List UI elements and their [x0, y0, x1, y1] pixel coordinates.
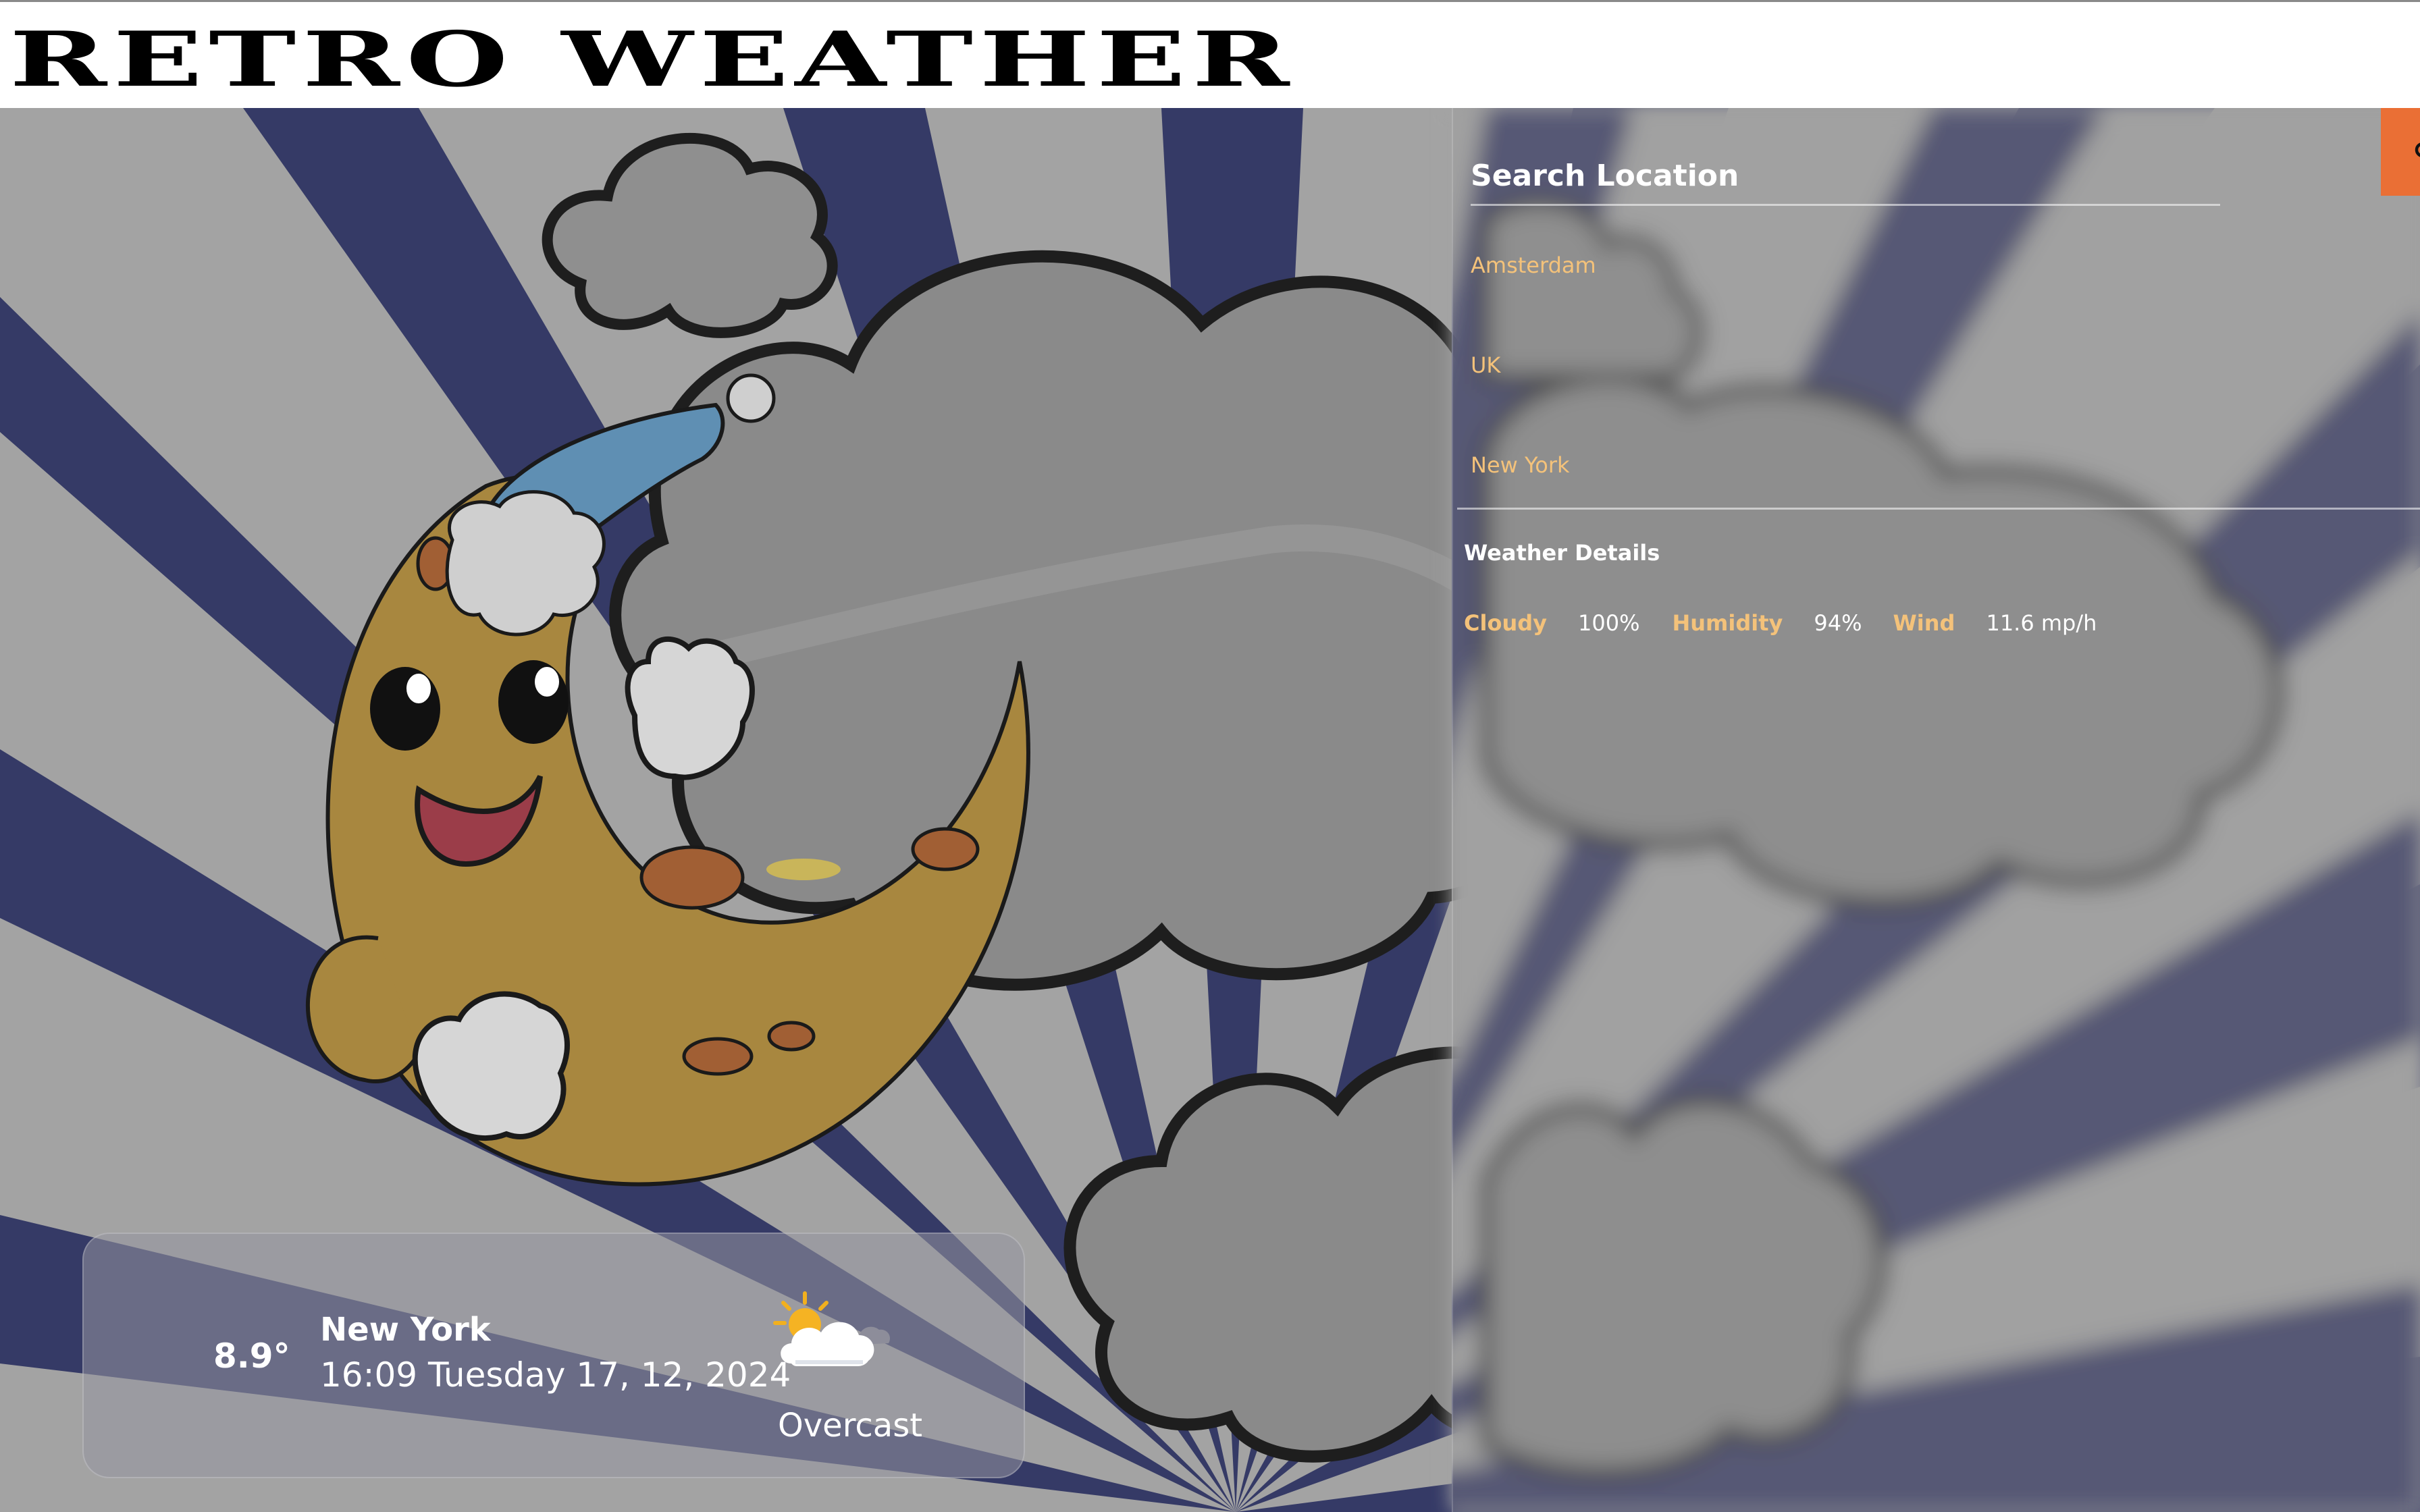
current-temperature: 8.9° [213, 1336, 290, 1376]
weather-details-row: Cloudy 100% Humidity 94% Wind 11.6 mp/h [1464, 610, 2097, 636]
current-datetime: 16:09 Tuesday 17, 12, 2024 [320, 1355, 791, 1395]
app-header: RETRO WEATHER [0, 0, 2420, 108]
current-city: New York [320, 1311, 491, 1349]
current-weather-card: 8.9° New York 16:09 Tuesday 17, 12, 2024… [82, 1233, 1025, 1478]
weather-details-heading: Weather Details [1464, 540, 1660, 566]
search-icon [2415, 142, 2420, 157]
cloud-large [609, 250, 1602, 991]
recent-location-item[interactable]: New York [1471, 452, 1570, 478]
search-location-input[interactable] [1471, 147, 2220, 206]
recent-location-item[interactable]: UK [1471, 352, 1500, 378]
detail-value-humidity: 94% [1814, 610, 1862, 636]
search-sidebar: Amsterdam UK New York Weather Details Cl… [1452, 108, 2420, 1512]
detail-value-cloudy: 100% [1577, 610, 1640, 636]
detail-value-wind: 11.6 mp/h [1986, 610, 2097, 636]
current-condition: Overcast [777, 1407, 923, 1444]
recent-location-item[interactable]: Amsterdam [1471, 252, 1596, 278]
detail-label-humidity: Humidity [1672, 610, 1783, 636]
detail-label-wind: Wind [1893, 610, 1955, 636]
section-divider [1457, 508, 2420, 510]
partly-cloudy-icon [773, 1291, 891, 1366]
search-button[interactable] [2381, 108, 2420, 196]
app-logo: RETRO WEATHER [9, 16, 1296, 104]
detail-label-cloudy: Cloudy [1464, 610, 1547, 636]
